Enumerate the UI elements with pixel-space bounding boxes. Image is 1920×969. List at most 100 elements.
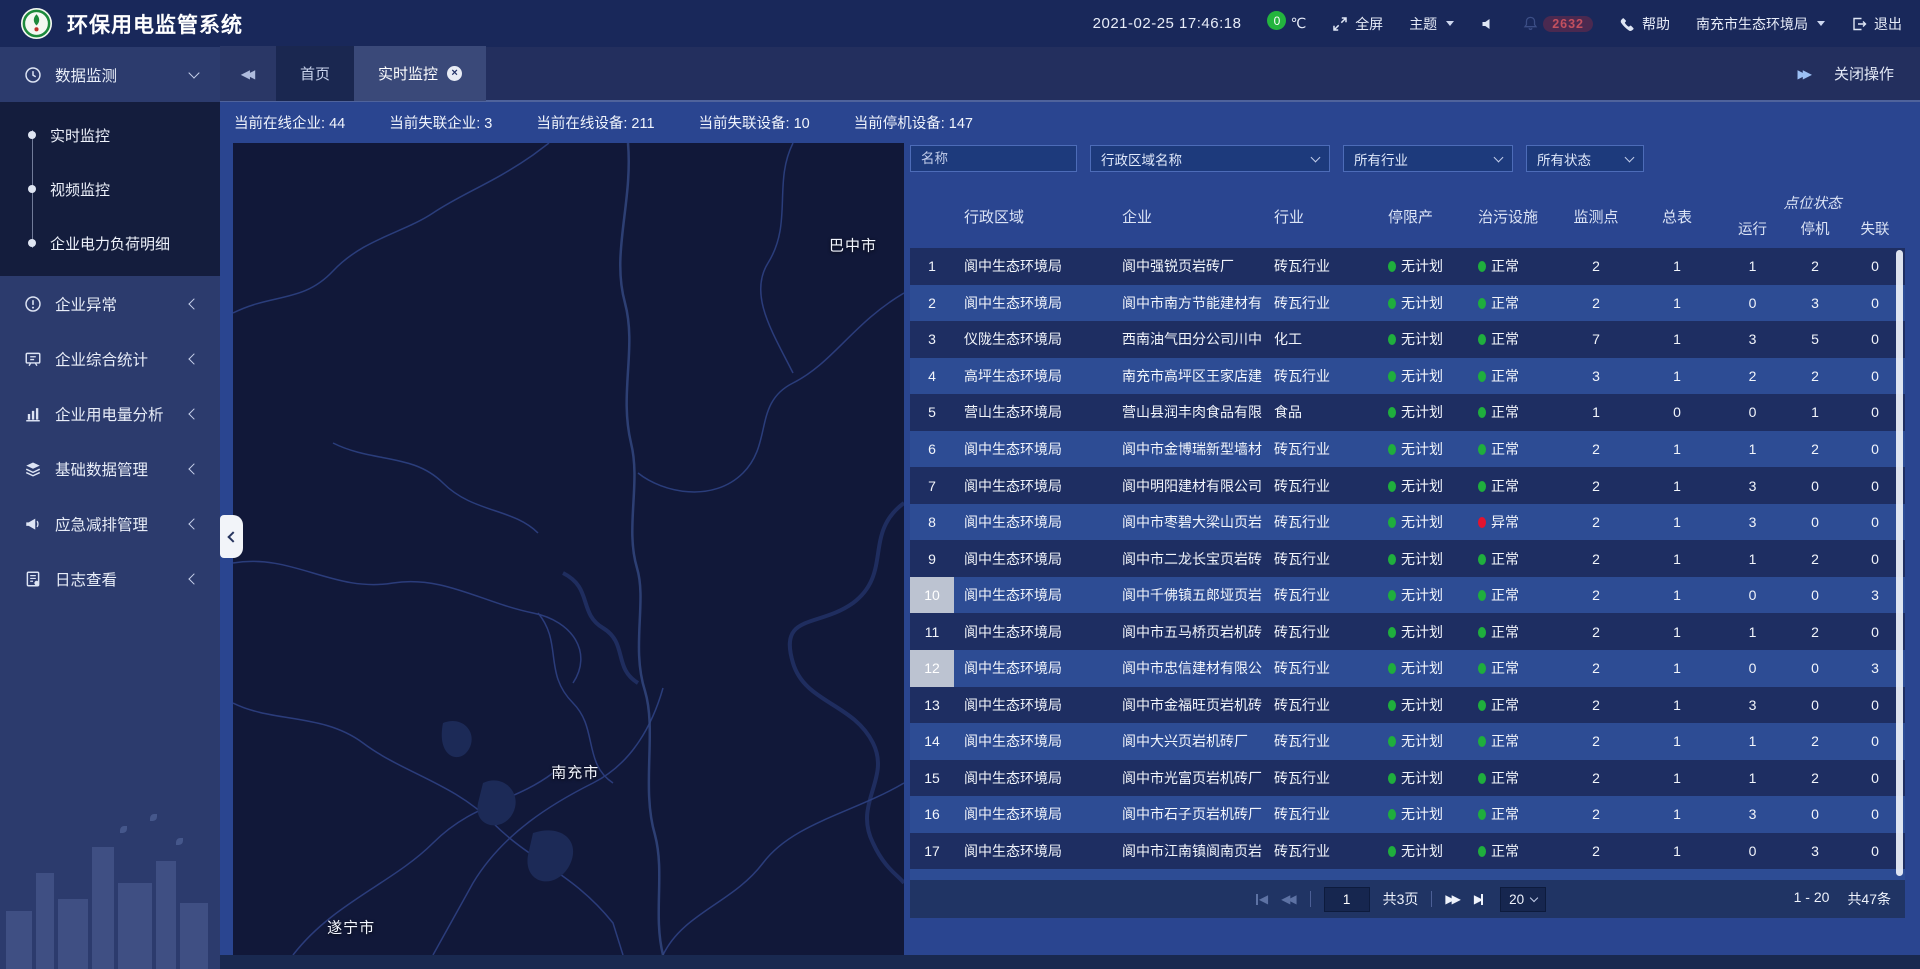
notification-button[interactable]: 2632 <box>1522 15 1593 32</box>
status-select[interactable]: 所有状态 <box>1526 145 1644 172</box>
sidebar-subitem-realtime-monitor[interactable]: 实时监控 <box>0 108 220 162</box>
cell-company: 阆中市石子页岩机砖厂 <box>1112 804 1264 824</box>
row-index: 15 <box>910 760 954 797</box>
region-select[interactable]: 行政区域名称 <box>1090 145 1330 172</box>
cell-facility-status: 正常 <box>1468 476 1558 496</box>
table-row[interactable]: 5营山生态环境局营山县润丰肉食品有限食品无计划正常10010 <box>910 394 1905 431</box>
tab-close-icon[interactable]: × <box>447 66 462 81</box>
cell-run: 0 <box>1720 660 1785 676</box>
map-pin-icon[interactable] <box>652 297 672 317</box>
page-size-select[interactable]: 20 <box>1500 887 1546 912</box>
map-pin-icon[interactable] <box>775 627 795 647</box>
first-page-button[interactable]: ◀ <box>1255 892 1268 906</box>
previous-page-button[interactable]: ◀◀ <box>1281 892 1296 906</box>
table-row[interactable]: 2阆中生态环境局阆中市南方节能建材有砖瓦行业无计划正常21030 <box>910 285 1905 322</box>
tab-realtime[interactable]: 实时监控× <box>354 46 486 101</box>
cell-company: 阆中市南方节能建材有 <box>1112 293 1264 313</box>
org-account-menu[interactable]: 南充市生态环境局 <box>1696 14 1825 34</box>
map-pin-icon[interactable] <box>562 453 582 473</box>
tabs-scroll-right-button[interactable]: ▶▶ <box>1790 46 1816 101</box>
speaker-icon <box>1480 16 1496 32</box>
row-index: 17 <box>910 833 954 870</box>
sidebar-collapse-handle[interactable] <box>220 515 243 558</box>
table-row[interactable]: 7阆中生态环境局阆中明阳建材有限公司砖瓦行业无计划正常21300 <box>910 467 1905 504</box>
map-pin-icon[interactable] <box>558 377 578 397</box>
status-dot-green <box>1478 554 1486 565</box>
sidebar-item-log-view[interactable]: 日志查看 <box>0 551 220 606</box>
footer-strip <box>220 955 1920 969</box>
industry-select[interactable]: 所有行业 <box>1343 145 1513 172</box>
clock-icon <box>24 66 42 84</box>
table-row[interactable]: 3仪陇生态环境局西南油气田分公司川中化工无计划正常71350 <box>910 321 1905 358</box>
cell-industry: 砖瓦行业 <box>1264 585 1378 605</box>
table-row[interactable]: 11阆中生态环境局阆中市五马桥页岩机砖砖瓦行业无计划正常21120 <box>910 613 1905 650</box>
map-pin-icon[interactable] <box>532 445 552 465</box>
table-row[interactable]: 6阆中生态环境局阆中市金博瑞新型墙材砖瓦行业无计划正常21120 <box>910 431 1905 468</box>
tabs-scroll-left-button[interactable]: ◀◀ <box>220 46 276 101</box>
table-row[interactable]: 16阆中生态环境局阆中市石子页岩机砖厂砖瓦行业无计划正常21300 <box>910 796 1905 833</box>
map-pin-icon[interactable] <box>494 393 514 413</box>
map-pin-icon[interactable] <box>506 329 526 349</box>
map-pin-icon[interactable] <box>398 338 418 358</box>
sidebar-subitem-video-monitor[interactable]: 视频监控 <box>0 162 220 216</box>
cell-company: 阆中市忠信建材有限公 <box>1112 658 1264 678</box>
sidebar-item-base-data[interactable]: 基础数据管理 <box>0 441 220 496</box>
status-text: 无计划 <box>1401 660 1443 676</box>
cell-industry: 砖瓦行业 <box>1264 658 1378 678</box>
sidebar-item-company-abnormal[interactable]: 企业异常 <box>0 276 220 331</box>
table-row[interactable]: 15阆中生态环境局阆中市光富页岩机砖厂砖瓦行业无计划正常21120 <box>910 760 1905 797</box>
cell-region: 阆中生态环境局 <box>954 439 1112 459</box>
status-text: 正常 <box>1491 843 1519 859</box>
cell-meters: 1 <box>1634 806 1720 822</box>
map-pin-icon[interactable] <box>569 788 589 808</box>
table-row[interactable]: 10阆中生态环境局阆中千佛镇五郎垭页岩砖瓦行业无计划正常21003 <box>910 577 1905 614</box>
table-rows: 1阆中生态环境局阆中强锐页岩砖厂砖瓦行业无计划正常211202阆中生态环境局阆中… <box>910 248 1905 880</box>
sidebar-item-emergency-reduction[interactable]: 应急减排管理 <box>0 496 220 551</box>
map[interactable]: 巴中市南充市遂宁市 <box>233 143 904 955</box>
phone-icon <box>1619 16 1635 32</box>
map-pin-icon[interactable] <box>876 444 896 464</box>
table-row[interactable]: 1阆中生态环境局阆中强锐页岩砖厂砖瓦行业无计划正常21120 <box>910 248 1905 285</box>
sidebar-item-company-stats[interactable]: 企业综合统计 <box>0 331 220 386</box>
next-page-button[interactable]: ▶▶ <box>1445 892 1460 906</box>
cell-limit-status: 无计划 <box>1378 658 1468 678</box>
table-row[interactable]: 13阆中生态环境局阆中市金福旺页岩机砖砖瓦行业无计划正常21300 <box>910 687 1905 724</box>
status-text: 正常 <box>1491 295 1519 311</box>
last-page-button[interactable]: ▶ <box>1474 892 1487 906</box>
map-pin-icon[interactable] <box>450 342 470 362</box>
table-scrollbar-thumb[interactable] <box>1896 250 1903 876</box>
table-row[interactable]: 12阆中生态环境局阆中市忠信建材有限公砖瓦行业无计划正常21003 <box>910 650 1905 687</box>
table-row[interactable]: 8阆中生态环境局阆中市枣碧大梁山页岩砖瓦行业无计划异常21300 <box>910 504 1905 541</box>
status-summary-bar: 当前在线企业: 44当前失联企业: 3当前在线设备: 211当前失联设备: 10… <box>220 102 1920 143</box>
skyline-decoration <box>0 804 220 969</box>
help-button[interactable]: 帮助 <box>1619 14 1670 34</box>
table-row[interactable]: 18南部生态环境局南部县砌兴上河有限公建材加工无计划正常60060 <box>910 869 1905 880</box>
sidebar-item-data-monitoring[interactable]: 数据监测 <box>0 47 220 102</box>
cell-meters: 1 <box>1634 770 1720 786</box>
sidebar-subitem-power-load-detail[interactable]: 企业电力负荷明细 <box>0 216 220 270</box>
page-number-input[interactable] <box>1324 887 1370 912</box>
cell-limit-status: 无计划 <box>1378 731 1468 751</box>
cell-industry: 食品 <box>1264 402 1378 422</box>
tab-home[interactable]: 首页 <box>276 46 354 101</box>
map-pin-icon[interactable] <box>493 442 513 462</box>
table-row[interactable]: 14阆中生态环境局阆中大兴页岩机砖厂砖瓦行业无计划正常21120 <box>910 723 1905 760</box>
table-row[interactable]: 17阆中生态环境局阆中市江南镇阆南页岩砖瓦行业无计划正常21030 <box>910 833 1905 870</box>
table-header: 行政区域企业行业停限产治污设施监测点总表点位状态运行停机失联 <box>910 184 1905 248</box>
name-search-input[interactable] <box>910 145 1077 172</box>
fullscreen-button[interactable]: 全屏 <box>1332 14 1383 34</box>
map-pin-icon[interactable] <box>559 483 579 503</box>
status-dot-green <box>1478 407 1486 418</box>
sidebar-item-label: 基础数据管理 <box>55 458 148 480</box>
map-pin-icon[interactable] <box>578 334 598 354</box>
logout-button[interactable]: 退出 <box>1851 14 1902 34</box>
cell-limit-status: 无计划 <box>1378 366 1468 386</box>
chevron-left-icon <box>188 408 199 419</box>
table-row[interactable]: 9阆中生态环境局阆中市二龙长宝页岩砖砖瓦行业无计划正常21120 <box>910 540 1905 577</box>
sidebar-item-power-analysis[interactable]: 企业用电量分析 <box>0 386 220 441</box>
close-operations-menu[interactable]: 关闭操作 <box>1834 63 1894 84</box>
table-row[interactable]: 4高坪生态环境局南充市高坪区王家店建砖瓦行业无计划正常31220 <box>910 358 1905 395</box>
theme-menu[interactable]: 主题 <box>1409 14 1454 34</box>
mute-button[interactable] <box>1480 16 1496 32</box>
cell-limit-status: 无计划 <box>1378 804 1468 824</box>
